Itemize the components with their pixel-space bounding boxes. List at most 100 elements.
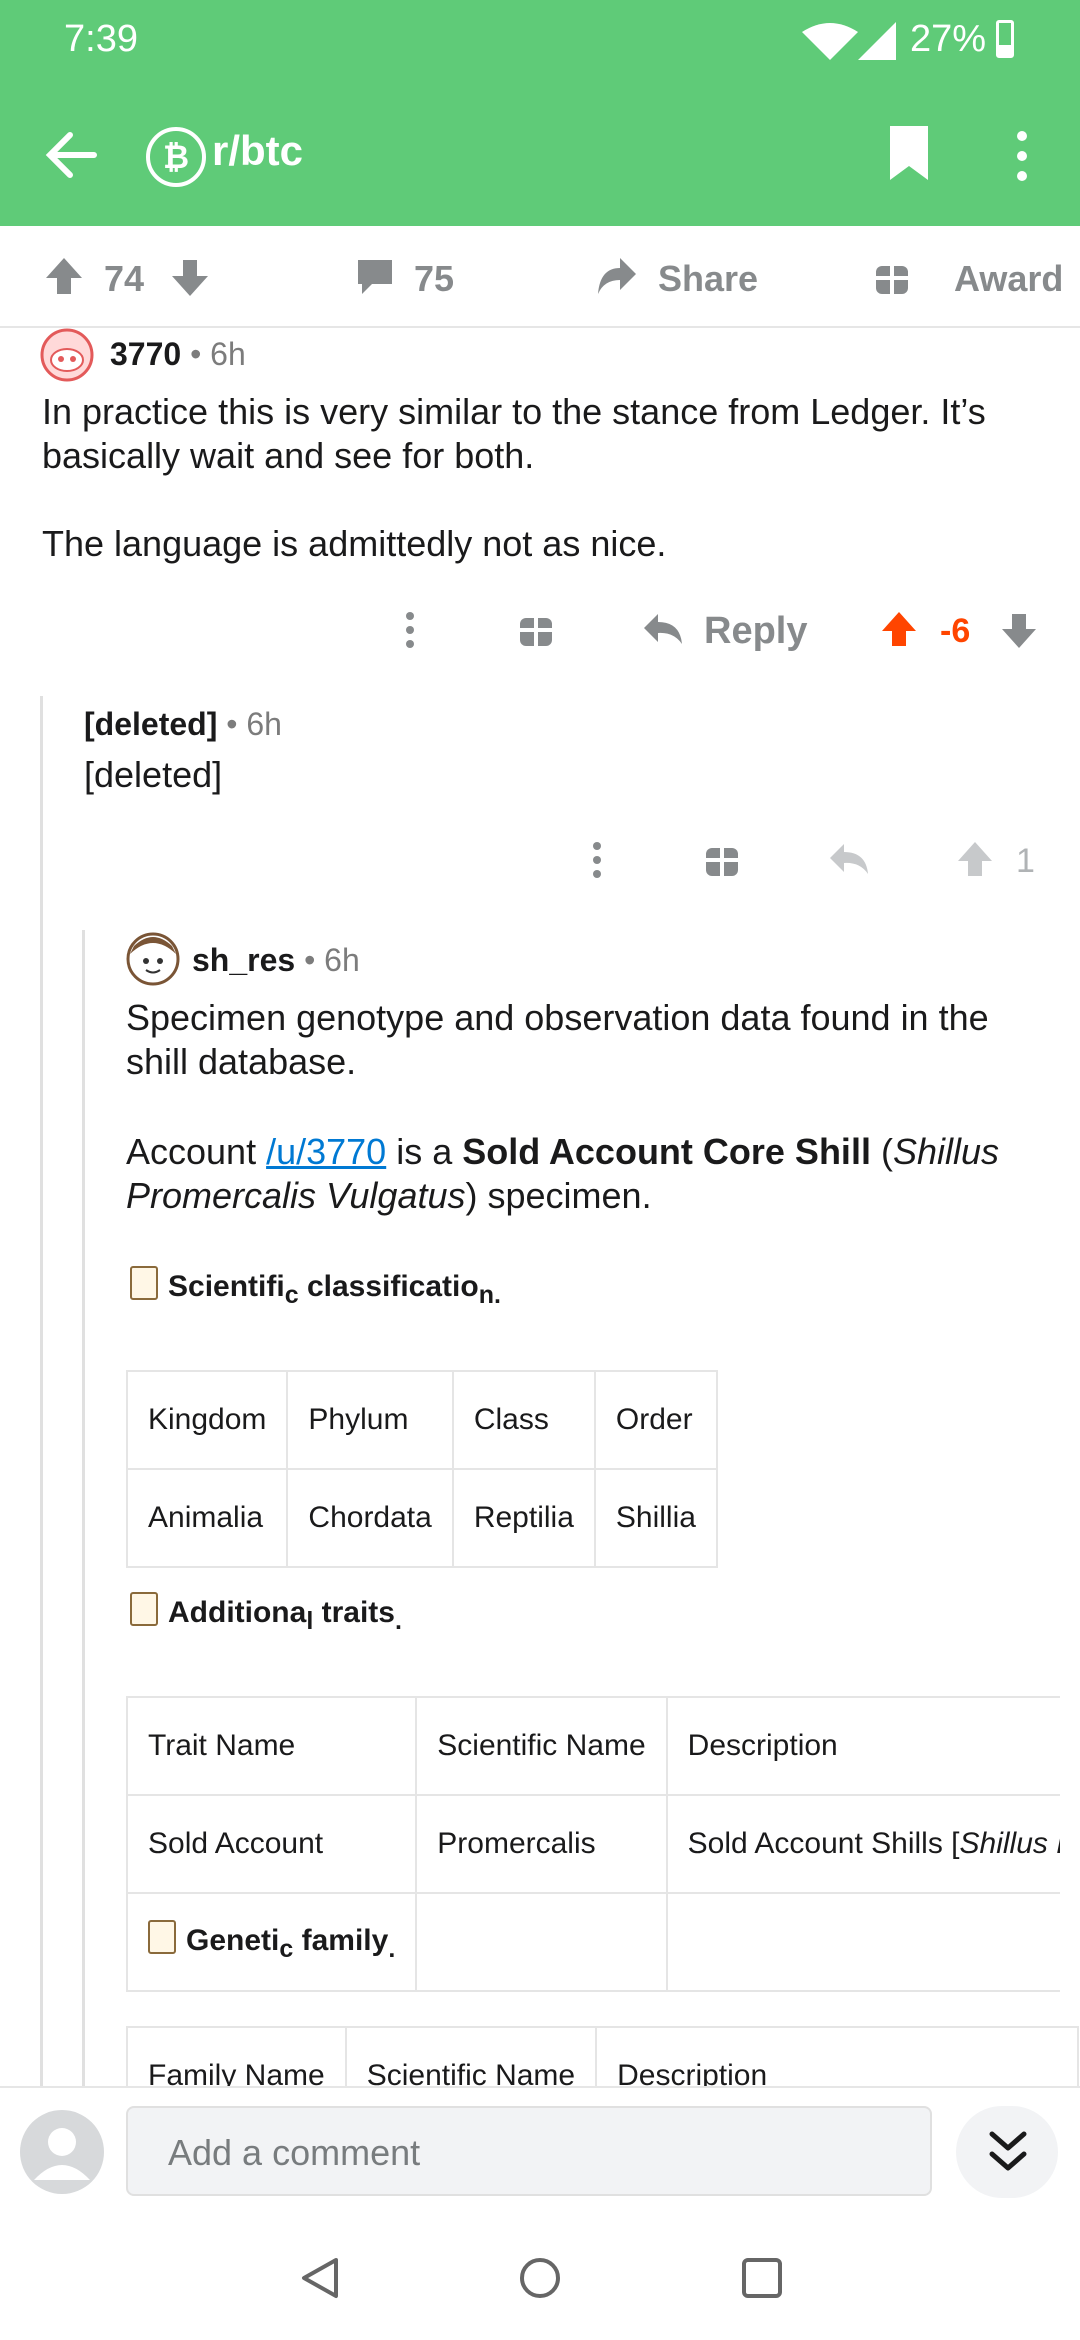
table-cell [665, 1892, 1060, 1992]
comment-age: 6h [246, 706, 282, 742]
bold-text: Sold Account Core Shill [462, 1131, 871, 1172]
share-icon[interactable] [594, 254, 638, 298]
user-avatar-icon[interactable] [20, 2110, 104, 2194]
back-arrow-icon[interactable] [44, 127, 100, 183]
cell-text: Sold Account Shills [ [687, 1827, 960, 1860]
text-span: ) specimen. [465, 1175, 652, 1216]
heading-text: family [293, 1924, 389, 1957]
comment-author: [deleted] [84, 706, 218, 742]
bookmark-icon[interactable] [886, 124, 932, 184]
heading-text: . [394, 1607, 402, 1635]
text-span: Account [126, 1131, 267, 1172]
family-table: Family Name Scientific Name Description [126, 2026, 1080, 2086]
text-span: ( [870, 1131, 893, 1172]
status-time: 7:39 [64, 18, 138, 60]
thread-line[interactable] [40, 696, 43, 2086]
comment-author[interactable]: 3770 [110, 336, 181, 372]
classification-table: Kingdom Phylum Class Order Animalia Chor… [126, 1370, 718, 1568]
comment-sh-res: sh_res • 6h Specimen genotype and observ… [126, 932, 1080, 2086]
heading-text: Geneti [186, 1924, 280, 1957]
table-header-cell: Trait Name [126, 1696, 418, 1796]
table-cell: Chordata [286, 1468, 454, 1568]
heading-text: Additiona [168, 1596, 307, 1629]
table-header-cell: Scientific Name [415, 1696, 668, 1796]
table-header-cell: Phylum [286, 1370, 454, 1470]
chevron-double-down-icon [989, 2131, 1027, 2171]
upvote-icon[interactable] [880, 610, 918, 648]
subreddit-icon: ₿ [146, 127, 206, 187]
table-header-cell: Description [595, 2026, 1080, 2086]
table-header-cell: Kingdom [126, 1370, 289, 1470]
table-cell: Shillia [593, 1468, 718, 1568]
user-link[interactable]: /u/3770 [266, 1131, 386, 1172]
comment-score: -6 [940, 612, 971, 650]
comment-age: 6h [210, 336, 246, 372]
award-icon[interactable] [874, 256, 910, 296]
thread-line[interactable] [82, 930, 85, 2086]
award-icon[interactable] [704, 840, 740, 878]
collapse-button[interactable] [956, 2106, 1058, 2198]
more-options-icon[interactable] [1012, 128, 1032, 184]
comment-paragraph: In practice this is very similar to the … [42, 391, 986, 476]
battery-percent: 27% [910, 18, 987, 60]
nav-recents-icon[interactable] [740, 2256, 784, 2300]
heading-text: n [478, 1281, 494, 1309]
comment-count[interactable]: 75 [414, 258, 454, 300]
comment-actions: 1 [0, 836, 1080, 886]
table-header-row: Trait Name Scientific Name Description [126, 1696, 1060, 1796]
table-header-row: Kingdom Phylum Class Order [126, 1370, 718, 1470]
award-icon[interactable] [518, 610, 554, 648]
downvote-icon[interactable] [1000, 612, 1038, 650]
more-options-icon[interactable] [400, 610, 420, 650]
comment-body: [deleted] [84, 754, 223, 795]
system-navigation-bar [0, 2212, 1080, 2340]
cell-italic-text: Shillus Pr [959, 1827, 1061, 1860]
heading-text: classificatio [298, 1270, 479, 1303]
reply-icon[interactable] [642, 610, 684, 648]
comment-paragraph: Specimen genotype and observation data f… [126, 997, 989, 1082]
downvote-icon[interactable] [170, 258, 210, 298]
traits-table-scroll[interactable]: Trait Name Scientific Name Description S… [126, 1696, 1060, 2006]
clipboard-icon [130, 1592, 158, 1626]
table-header-cell: Class [451, 1370, 596, 1470]
share-label[interactable]: Share [658, 258, 758, 300]
more-options-icon[interactable] [587, 840, 607, 880]
award-label[interactable]: Award [954, 258, 1063, 300]
table-cell: Promercalis [415, 1794, 668, 1894]
reply-label[interactable]: Reply [704, 610, 807, 653]
table-header-cell: Scientific Name [344, 2026, 598, 2086]
traits-table: Trait Name Scientific Name Description S… [126, 1696, 1060, 1992]
avatar[interactable] [126, 932, 180, 986]
section-heading-additional-traits: Additional traits. [130, 1592, 402, 1636]
table-cell: Sold Account [126, 1794, 418, 1894]
upvote-icon[interactable] [44, 256, 84, 296]
comment-meta: [deleted] • 6h [84, 706, 282, 742]
add-comment-input[interactable]: Add a comment [126, 2106, 932, 2196]
status-bar: 7:39 27% [0, 0, 1080, 80]
heading-text: . [388, 1935, 396, 1963]
nav-home-icon[interactable] [518, 2256, 562, 2300]
table-cell: Reptilia [451, 1468, 596, 1568]
avatar[interactable] [40, 328, 94, 382]
nav-back-icon[interactable] [298, 2256, 342, 2300]
comment-body: In practice this is very similar to the … [42, 390, 1042, 566]
reply-icon[interactable] [828, 840, 870, 878]
comment-paragraph: The language is admittedly not as nice. [42, 523, 667, 564]
comment-meta: 3770 • 6h [110, 336, 246, 372]
table-cell: Sold Account Shills [Shillus Pr [665, 1794, 1061, 1894]
table-cell-genetic-family: Genetic family. [126, 1892, 418, 1992]
comment-icon[interactable] [354, 256, 396, 298]
toolbar: ₿ r/btc [0, 100, 1080, 210]
comment-meta: sh_res • 6h [192, 942, 360, 978]
app-header: 7:39 27% ₿ r/btc [0, 0, 1080, 226]
subreddit-name[interactable]: r/btc [212, 127, 303, 175]
section-heading-scientific-classification: Scientific classification. [130, 1266, 501, 1310]
comment-score: 1 [1016, 842, 1035, 880]
comment-author[interactable]: sh_res [192, 942, 295, 978]
comment-deleted: [deleted] • 6h [deleted] [84, 706, 1034, 797]
table-row: Animalia Chordata Reptilia Shillia [126, 1468, 718, 1568]
vote-count: 74 [104, 258, 145, 299]
clipboard-icon [148, 1920, 176, 1954]
heading-text: c [284, 1281, 299, 1309]
upvote-icon[interactable] [956, 840, 994, 878]
